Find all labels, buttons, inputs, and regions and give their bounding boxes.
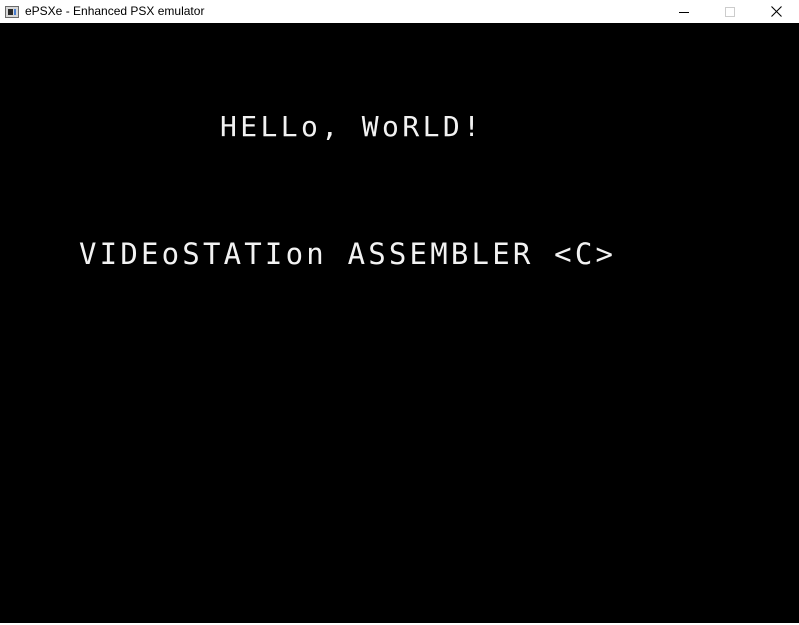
- window-title: ePSXe - Enhanced PSX emulator: [25, 4, 205, 18]
- maximize-button[interactable]: [707, 0, 753, 23]
- close-icon: [770, 6, 782, 17]
- videostation-assembler-text: VIDEoSTATIon ASSEMBLER <C>: [79, 237, 617, 271]
- close-button[interactable]: [753, 0, 799, 23]
- minimize-button[interactable]: [661, 0, 707, 23]
- window-controls: [661, 0, 799, 23]
- epsxe-app-icon[interactable]: [5, 5, 19, 18]
- minimize-icon: [679, 11, 689, 13]
- title-bar[interactable]: ePSXe - Enhanced PSX emulator: [0, 0, 799, 23]
- hello-world-text: HELLo, WoRLD!: [220, 110, 484, 143]
- emulator-window: ePSXe - Enhanced PSX emulator HELLo, WoR…: [0, 0, 799, 625]
- maximize-icon: [725, 6, 735, 17]
